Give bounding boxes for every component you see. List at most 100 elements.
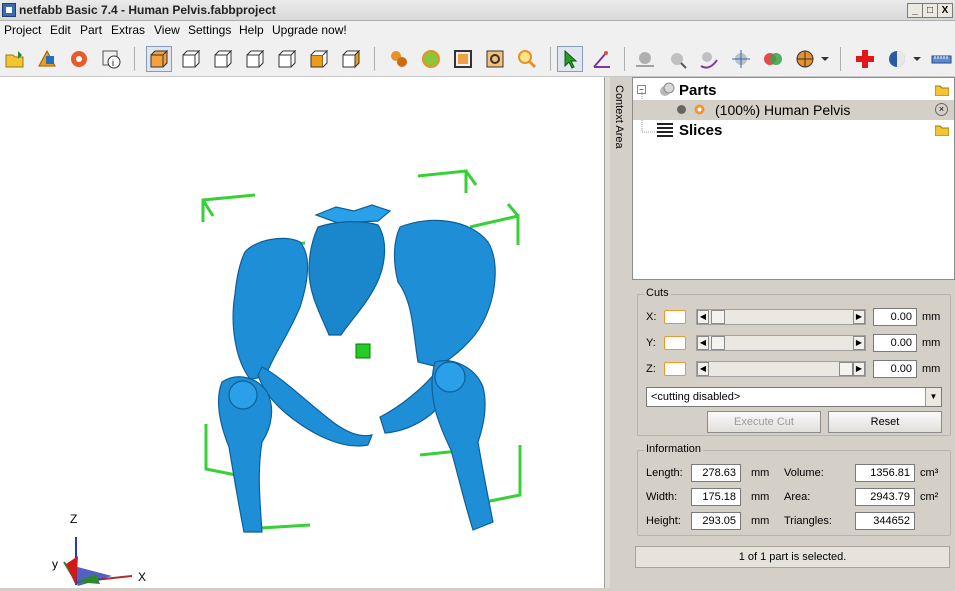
zoom-magnifier-icon[interactable] bbox=[514, 46, 540, 72]
title-bar: netfabb Basic 7.4 - Human Pelvis.fabbpro… bbox=[0, 0, 955, 21]
width-unit: mm bbox=[751, 491, 770, 503]
menu-project[interactable]: Project bbox=[4, 23, 41, 37]
cut-z-value[interactable]: 0.00 bbox=[873, 360, 917, 378]
cut-z-right-arrow[interactable]: ▶ bbox=[853, 362, 865, 376]
pelvis-model-render bbox=[63, 169, 522, 586]
cut-y-label: Y: bbox=[646, 337, 656, 349]
open-parts-folder-icon[interactable] bbox=[934, 84, 950, 99]
axis-x-label: X bbox=[138, 570, 147, 584]
execute-cut-button[interactable]: Execute Cut bbox=[707, 411, 821, 433]
cut-y-slider-thumb[interactable] bbox=[711, 336, 725, 350]
chevron-down-icon[interactable] bbox=[910, 46, 924, 72]
cut-x-left-arrow[interactable]: ◀ bbox=[697, 310, 709, 324]
cut-y-value[interactable]: 0.00 bbox=[873, 334, 917, 352]
cut-sphere-icon[interactable] bbox=[792, 46, 818, 72]
measure-icon[interactable] bbox=[589, 46, 615, 72]
zoom-fit-icon[interactable] bbox=[482, 46, 508, 72]
context-area-tab[interactable]: Context Area bbox=[610, 77, 632, 588]
height-unit: mm bbox=[751, 515, 770, 527]
cutting-mode-select[interactable]: <cutting disabled> ▼ bbox=[646, 387, 942, 407]
cut-y-color-swatch[interactable] bbox=[664, 336, 686, 350]
menu-help[interactable]: Help bbox=[239, 23, 264, 37]
view-default-cube-icon[interactable] bbox=[146, 46, 172, 72]
cut-x-value[interactable]: 0.00 bbox=[873, 308, 917, 326]
netfabb-app-icon bbox=[2, 3, 16, 17]
move-part-icon[interactable] bbox=[664, 46, 690, 72]
view-left-cube-icon[interactable] bbox=[242, 46, 268, 72]
length-label: Length: bbox=[646, 467, 683, 479]
rotate-part-icon[interactable] bbox=[696, 46, 722, 72]
cut-x-slider[interactable]: ◀ ▶ bbox=[696, 309, 866, 325]
project-tree[interactable]: − Parts (100%) Human Pelvis × Slices bbox=[632, 77, 955, 280]
window-title: netfabb Basic 7.4 - Human Pelvis.fabbpro… bbox=[19, 3, 276, 17]
view-back-cube-icon[interactable] bbox=[210, 46, 236, 72]
cutting-mode-value: <cutting disabled> bbox=[651, 391, 741, 403]
tree-parts-label: Parts bbox=[679, 82, 717, 99]
maximize-button[interactable]: □ bbox=[922, 3, 938, 18]
part-info-icon[interactable]: i bbox=[98, 46, 124, 72]
menu-upgrade[interactable]: Upgrade now! bbox=[272, 23, 347, 37]
cut-z-color-swatch[interactable] bbox=[664, 362, 686, 376]
height-value: 293.05 bbox=[691, 512, 741, 530]
3d-viewport[interactable]: Z y X bbox=[0, 77, 604, 588]
cut-z-left-arrow[interactable]: ◀ bbox=[697, 362, 709, 376]
selection-center-marker bbox=[355, 343, 371, 359]
volume-unit: cm³ bbox=[920, 467, 939, 479]
area-unit: cm² bbox=[920, 491, 939, 503]
frame-view-icon[interactable] bbox=[450, 46, 476, 72]
axis-y-label: y bbox=[52, 557, 58, 571]
cut-z-slider[interactable]: ◀ ▶ bbox=[696, 361, 866, 377]
width-value: 175.18 bbox=[691, 488, 741, 506]
cut-x-slider-thumb[interactable] bbox=[711, 310, 725, 324]
context-area-label: Context Area bbox=[613, 85, 625, 149]
repair-cross-icon[interactable] bbox=[852, 46, 878, 72]
chevron-down-icon[interactable]: ▼ bbox=[925, 388, 941, 406]
cut-x-label: X: bbox=[646, 311, 657, 323]
menu-bar: Project Edit Part Extras View Settings H… bbox=[0, 21, 955, 41]
menu-part[interactable]: Part bbox=[80, 23, 102, 37]
part-item-label: (100%) Human Pelvis bbox=[715, 102, 851, 118]
length-value: 278.63 bbox=[691, 464, 741, 482]
menu-view[interactable]: View bbox=[154, 23, 180, 37]
menu-settings[interactable]: Settings bbox=[188, 23, 231, 37]
cut-y-left-arrow[interactable]: ◀ bbox=[697, 336, 709, 350]
tree-item-human-pelvis[interactable]: (100%) Human Pelvis × bbox=[633, 100, 954, 120]
menu-edit[interactable]: Edit bbox=[50, 23, 71, 37]
area-value: 2943.79 bbox=[855, 488, 915, 506]
view-bottom-cube-icon[interactable] bbox=[338, 46, 364, 72]
repair-part-icon[interactable] bbox=[66, 46, 92, 72]
open-folder-icon[interactable] bbox=[2, 46, 28, 72]
add-part-icon[interactable] bbox=[34, 46, 60, 72]
scale-part-icon[interactable] bbox=[728, 46, 754, 72]
select-pointer-icon[interactable] bbox=[557, 46, 583, 72]
boolean-spheres-icon[interactable] bbox=[760, 46, 786, 72]
shaded-spheres-icon[interactable] bbox=[386, 46, 412, 72]
cut-y-right-arrow[interactable]: ▶ bbox=[853, 336, 865, 350]
cut-x-right-arrow[interactable]: ▶ bbox=[853, 310, 865, 324]
menu-extras[interactable]: Extras bbox=[111, 23, 145, 37]
cuts-title: Cuts bbox=[644, 287, 671, 299]
close-window-button[interactable]: X bbox=[937, 3, 953, 18]
reset-button[interactable]: Reset bbox=[828, 411, 942, 433]
remove-part-icon[interactable]: × bbox=[935, 103, 948, 116]
volume-label: Volume: bbox=[784, 467, 824, 479]
open-slices-folder-icon[interactable] bbox=[934, 124, 950, 139]
chevron-down-icon[interactable] bbox=[818, 46, 832, 72]
width-label: Width: bbox=[646, 491, 678, 503]
view-right-cube-icon[interactable] bbox=[274, 46, 300, 72]
view-top-cube-icon[interactable] bbox=[306, 46, 332, 72]
shading-mode-icon[interactable] bbox=[884, 46, 910, 72]
minimize-button[interactable]: _ bbox=[907, 3, 923, 18]
color-sphere-icon[interactable] bbox=[418, 46, 444, 72]
cuts-group: Cuts X: ◀ ▶ 0.00 mm Y: ◀ ▶ 0.00 mm Z: ◀ … bbox=[637, 287, 951, 436]
cut-y-unit: mm bbox=[922, 337, 941, 349]
sphere-plane-icon[interactable] bbox=[632, 46, 658, 72]
triangles-label: Triangles: bbox=[784, 515, 832, 527]
cut-x-color-swatch[interactable] bbox=[664, 310, 686, 324]
view-front-cube-icon[interactable] bbox=[178, 46, 204, 72]
cut-z-slider-thumb[interactable] bbox=[839, 362, 853, 376]
selection-status: 1 of 1 part is selected. bbox=[635, 546, 950, 568]
information-title: Information bbox=[644, 443, 704, 455]
ruler-icon[interactable] bbox=[928, 46, 954, 72]
cut-y-slider[interactable]: ◀ ▶ bbox=[696, 335, 866, 351]
